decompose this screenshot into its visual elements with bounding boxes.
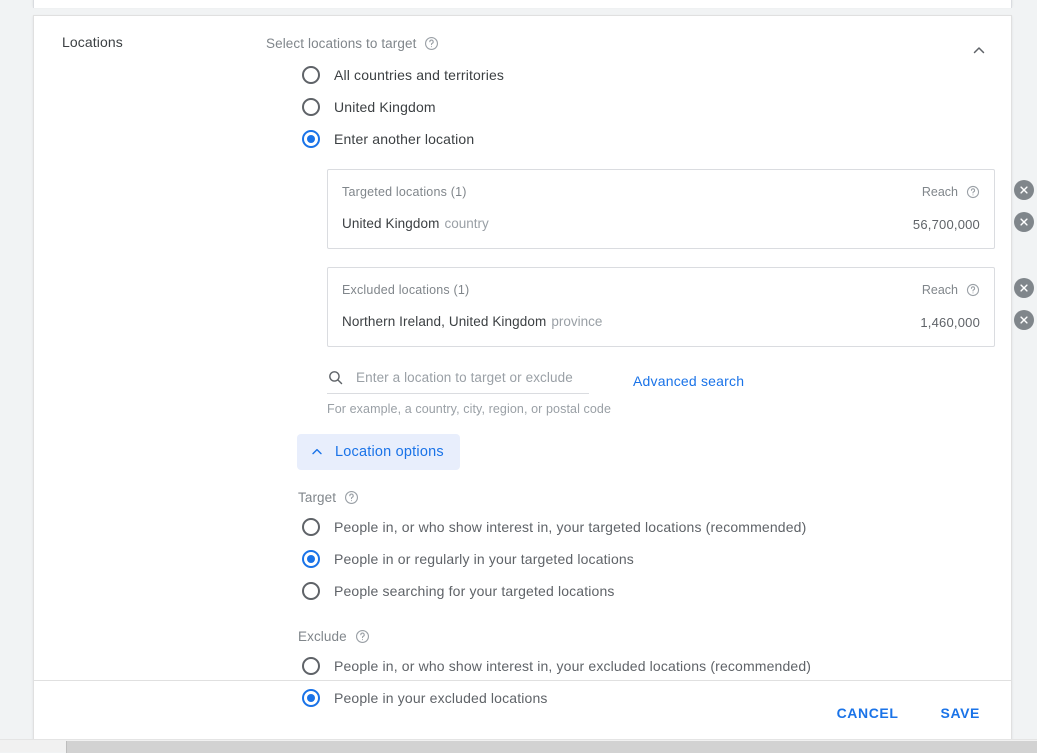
radio-indicator — [302, 518, 320, 536]
help-icon[interactable] — [966, 185, 980, 199]
location-type: province — [551, 314, 603, 329]
remove-excluded-location-button[interactable] — [1014, 310, 1034, 330]
radio-target-interest[interactable]: People in, or who show interest in, your… — [266, 511, 987, 543]
radio-label: United Kingdom — [334, 99, 436, 115]
radio-label: Enter another location — [334, 131, 475, 147]
radio-indicator — [302, 130, 320, 148]
radio-label: People in your excluded locations — [334, 690, 548, 706]
target-select-radio-group: All countries and territories United Kin… — [266, 59, 987, 155]
help-icon[interactable] — [966, 283, 980, 297]
radio-indicator — [302, 98, 320, 116]
close-circle-icon — [1019, 283, 1029, 293]
targeted-locations-title: Targeted locations (1) — [342, 185, 467, 199]
help-icon[interactable] — [355, 629, 370, 644]
help-icon[interactable] — [344, 490, 359, 505]
excluded-reach-header: Reach — [922, 283, 980, 297]
target-subsection: Target People in, or who show interest i… — [266, 490, 987, 607]
close-circle-icon — [1019, 185, 1029, 195]
exclude-radio-group: People in, or who show interest in, your… — [266, 650, 987, 714]
radio-label: People in, or who show interest in, your… — [334, 519, 807, 535]
location-name: Northern Ireland, United Kingdom — [342, 314, 547, 329]
reach-label: Reach — [921, 283, 958, 297]
select-locations-heading: Select locations to target — [266, 36, 417, 51]
help-icon[interactable] — [424, 36, 439, 51]
radio-indicator — [302, 66, 320, 84]
radio-united-kingdom[interactable]: United Kingdom — [266, 91, 987, 123]
radio-label: All countries and territories — [334, 67, 505, 83]
horizontal-scrollbar-thumb[interactable] — [66, 741, 1037, 753]
location-options-toggle[interactable]: Location options — [297, 434, 460, 470]
locations-content-column: Select locations to target All countries… — [266, 16, 1034, 714]
reach-label: Reach — [921, 185, 958, 199]
exclude-heading: Exclude — [298, 629, 347, 644]
radio-indicator — [302, 657, 320, 675]
remove-all-excluded-button[interactable] — [1014, 278, 1034, 298]
close-circle-icon — [1019, 217, 1029, 227]
radio-indicator — [302, 582, 320, 600]
excluded-location-name-cell: Northern Ireland, United Kingdom province — [342, 313, 602, 331]
search-icon — [327, 369, 344, 386]
radio-label: People in, or who show interest in, your… — [334, 658, 812, 674]
radio-exclude-interest[interactable]: People in, or who show interest in, your… — [266, 650, 987, 682]
targeted-reach-header: Reach — [922, 185, 980, 199]
page-title: Locations — [62, 34, 123, 50]
remove-targeted-location-button[interactable] — [1014, 212, 1034, 232]
targeted-locations-card: Targeted locations (1) Reach United King… — [327, 169, 1034, 249]
exclude-heading-row: Exclude — [298, 629, 987, 644]
excluded-locations-title: Excluded locations (1) — [342, 283, 470, 297]
horizontal-scrollbar[interactable] — [0, 739, 1037, 753]
location-options-label: Location options — [335, 444, 444, 460]
exclude-subsection: Exclude People in, or who show interest … — [266, 629, 987, 714]
targeted-locations-panel: Targeted locations (1) Reach United King… — [327, 169, 995, 249]
radio-target-regularly-in[interactable]: People in or regularly in your targeted … — [266, 543, 987, 575]
close-circle-icon — [1019, 315, 1029, 325]
target-heading-row: Target — [298, 490, 987, 505]
radio-all-countries[interactable]: All countries and territories — [266, 59, 987, 91]
location-name: United Kingdom — [342, 216, 440, 231]
chevron-up-icon — [309, 444, 325, 460]
radio-enter-another-location[interactable]: Enter another location — [266, 123, 987, 155]
radio-label: People in or regularly in your targeted … — [334, 551, 634, 567]
targeted-location-name-cell: United Kingdom country — [342, 215, 489, 233]
excluded-locations-panel: Excluded locations (1) Reach Northern Ir… — [327, 267, 995, 347]
radio-indicator — [302, 550, 320, 568]
advanced-search-link[interactable]: Advanced search — [633, 373, 744, 394]
location-reach-value: 56,700,000 — [912, 216, 980, 232]
radio-indicator — [302, 689, 320, 707]
page-wrapper: Locations Select locations to target All… — [0, 0, 1037, 746]
table-row: United Kingdom country 56,700,000 — [328, 212, 994, 236]
locations-settings-card: Locations Select locations to target All… — [33, 15, 1034, 746]
table-row: Northern Ireland, United Kingdom province… — [328, 310, 994, 334]
search-input[interactable] — [356, 370, 589, 385]
remove-all-targeted-button[interactable] — [1014, 180, 1034, 200]
targeted-locations-header: Targeted locations (1) Reach — [328, 180, 994, 204]
radio-exclude-people-in[interactable]: People in your excluded locations — [266, 682, 987, 714]
location-reach-value: 1,460,000 — [920, 314, 980, 330]
search-hint-text: For example, a country, city, region, or… — [327, 402, 612, 416]
location-type: country — [444, 216, 489, 231]
target-heading: Target — [298, 490, 337, 505]
radio-target-searching-for[interactable]: People searching for your targeted locat… — [266, 575, 987, 607]
location-search-row: Advanced search — [327, 369, 987, 394]
radio-label: People searching for your targeted locat… — [334, 583, 615, 599]
target-radio-group: People in, or who show interest in, your… — [266, 511, 987, 607]
excluded-locations-header: Excluded locations (1) Reach — [328, 278, 994, 302]
excluded-locations-card: Excluded locations (1) Reach Northern Ir… — [327, 267, 1034, 347]
location-search-field[interactable] — [327, 369, 589, 394]
locations-card-body: Locations Select locations to target All… — [34, 16, 1034, 707]
select-locations-heading-row: Select locations to target — [266, 16, 987, 51]
